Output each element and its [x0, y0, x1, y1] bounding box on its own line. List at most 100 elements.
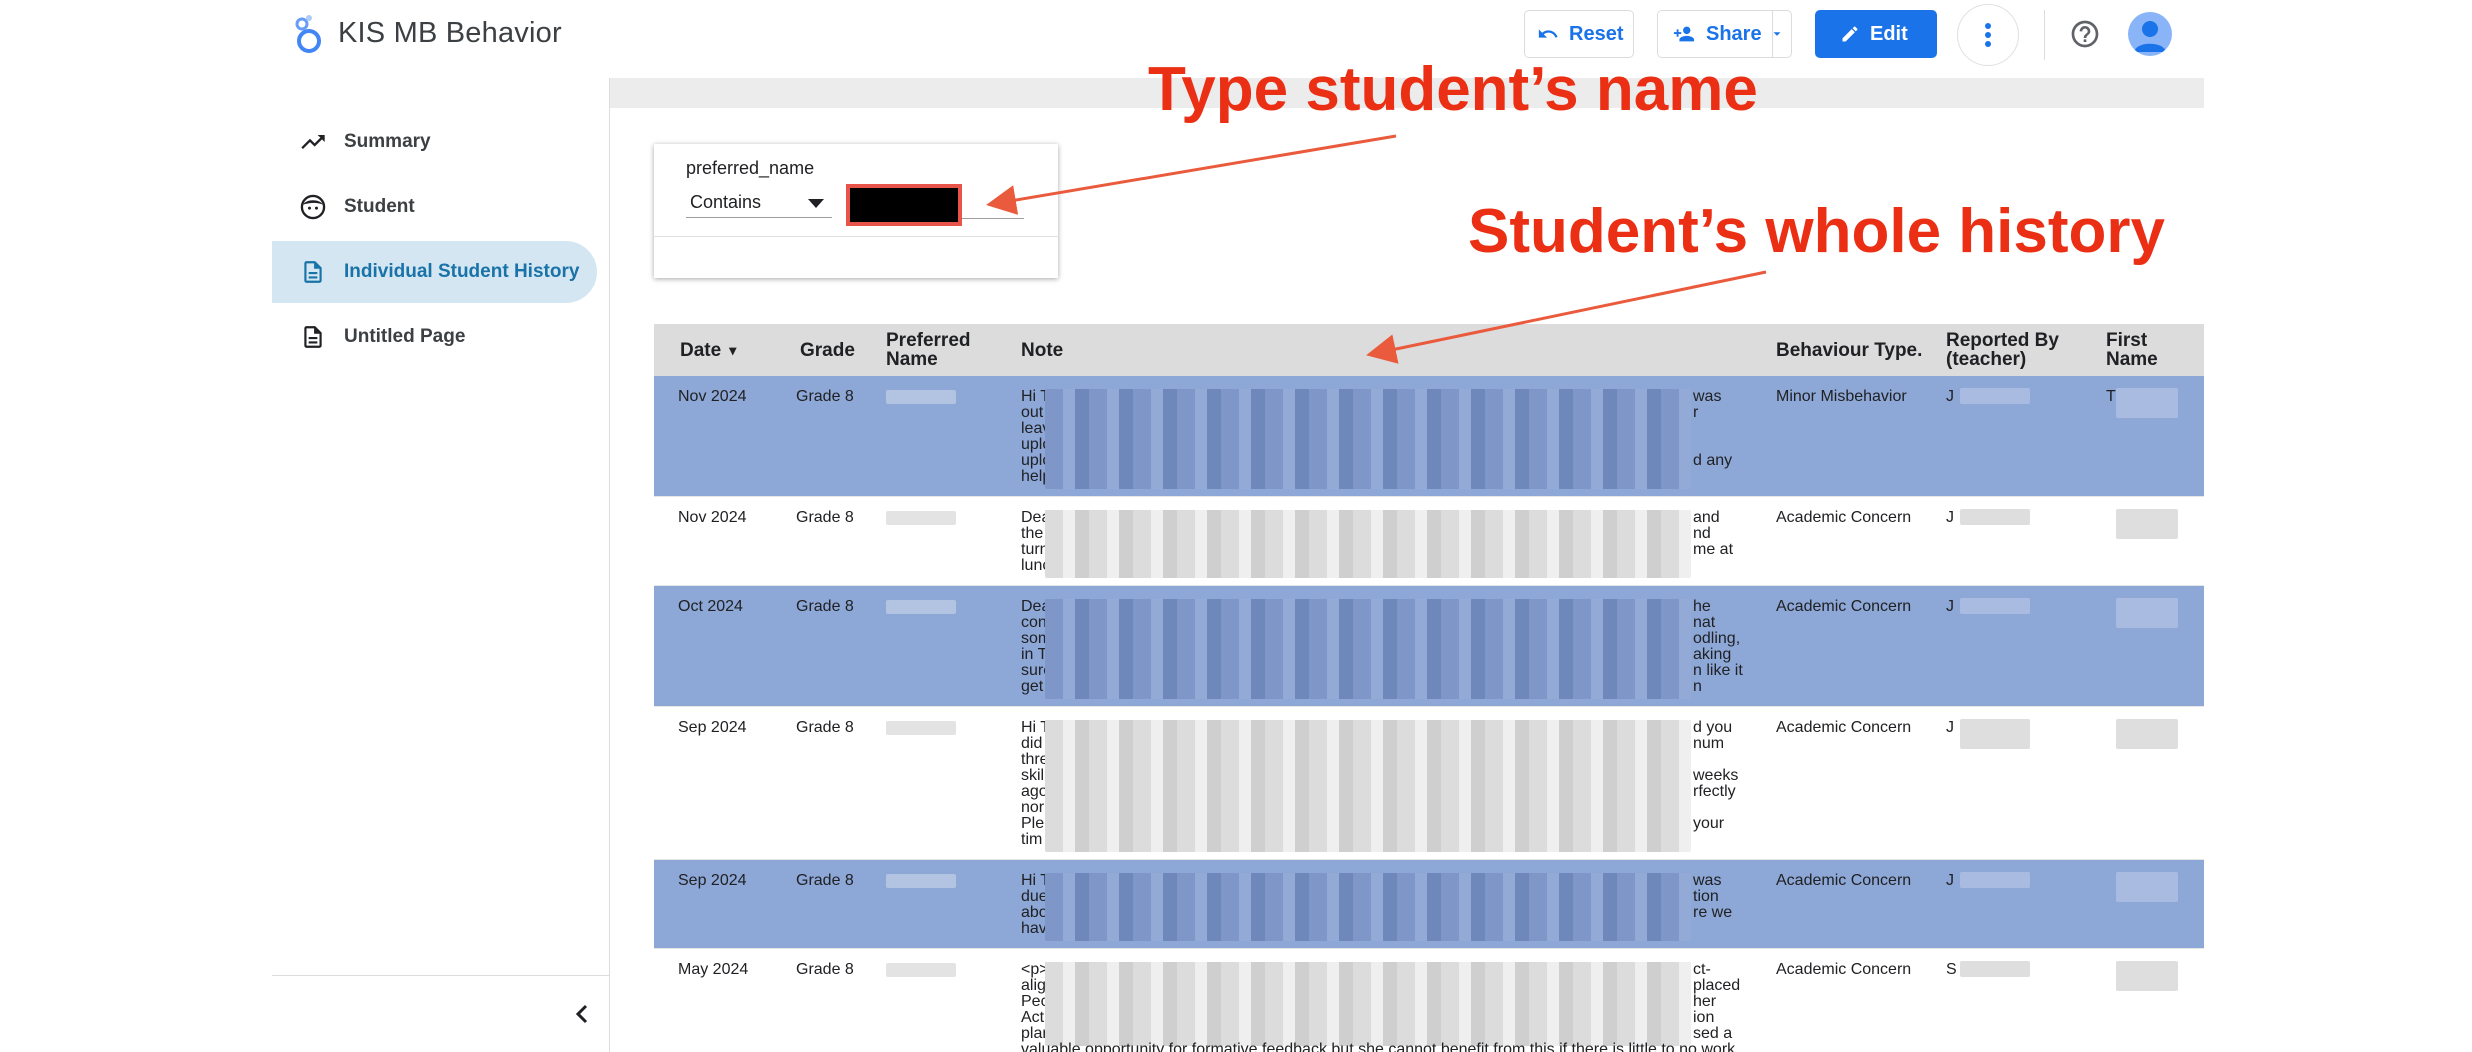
report-title[interactable]: KIS MB Behavior [338, 17, 562, 50]
cell-date: May 2024 [678, 961, 749, 978]
redacted-first-name [2116, 719, 2178, 749]
cell-note: <p> alig Pec Act plar ct-placed her ion sed a val… [1021, 962, 1751, 1052]
cell-note: Dea con som in Tsure get he nat odling, aking n l… [1021, 599, 1751, 705]
note-fragment: tim [1021, 831, 1043, 848]
note-fragment: due [1021, 888, 1048, 905]
note-fragment: did [1021, 735, 1043, 752]
cell-behaviour-type: Academic Concern [1776, 719, 1912, 736]
nav-item-summary[interactable]: Summary [272, 111, 597, 173]
note-fragment: n [1693, 678, 1702, 695]
nav-item-label: Individual Student History [344, 261, 580, 282]
collapse-sidebar-button[interactable] [562, 994, 602, 1034]
note-fragment: ion [1693, 1009, 1715, 1026]
column-header-preferred-name[interactable]: Preferred Name [886, 324, 986, 376]
table-row[interactable]: Sep 2024 Grade 8 Academic Concern J Hi Tdid t… [654, 707, 2204, 860]
note-fragment: and [1693, 510, 1720, 526]
account-avatar[interactable] [2128, 12, 2172, 56]
cell-grade: Grade 8 [796, 961, 854, 978]
table-row[interactable]: Oct 2024 Grade 8 Academic Concern J Dea con so… [654, 586, 2204, 707]
table-row[interactable]: Sep 2024 Grade 8 Academic Concern J Hi Tdue a… [654, 860, 2204, 949]
edit-button[interactable]: Edit [1815, 10, 1937, 58]
reset-button[interactable]: Reset [1524, 10, 1634, 58]
note-fragment: aking [1693, 646, 1732, 663]
table-row[interactable]: Nov 2024 Grade 8 Minor Misbehavior J T Hi Tou… [654, 376, 2204, 497]
share-button[interactable]: Share [1657, 10, 1773, 58]
nav-item-label: Untitled Page [344, 326, 466, 347]
cell-behaviour-type: Minor Misbehavior [1776, 388, 1907, 405]
note-fragment: r [1693, 404, 1699, 421]
column-header-first-name[interactable]: First Name [2106, 324, 2204, 376]
note-fragment: Ple [1021, 815, 1045, 832]
redacted-preferred-name [886, 963, 956, 977]
filter-field-label: preferred_name [686, 158, 815, 178]
document-outline-icon [298, 322, 328, 352]
cell-date: Nov 2024 [678, 388, 747, 405]
column-header-date[interactable]: Date ▾ [680, 324, 736, 376]
cell-reported-by: J [1946, 598, 1954, 615]
note-fragment: was [1693, 389, 1722, 405]
filter-operator-select[interactable]: Contains [686, 188, 832, 218]
cell-reported-by: J [1946, 719, 1954, 736]
note-fragment: the [1021, 525, 1044, 542]
reset-label: Reset [1569, 22, 1624, 45]
annotation-student-whole-history: Student’s whole history [1468, 197, 2165, 266]
column-header-grade[interactable]: Grade [800, 324, 855, 376]
student-history-table: Date ▾ Grade Preferred Name Note Behavio… [654, 324, 2204, 1052]
note-fragment: placed [1693, 977, 1741, 994]
table-row[interactable]: May 2024 Grade 8 Academic Concern S <p> alig P… [654, 949, 2204, 1052]
share-dropdown-button[interactable] [1772, 10, 1792, 58]
note-fragment: ago [1021, 783, 1048, 800]
note-fragment: me at [1693, 541, 1734, 558]
sort-desc-icon: ▾ [729, 341, 737, 358]
note-fragment: n like it [1693, 662, 1743, 679]
redacted-reported-by [1960, 719, 2030, 749]
redacted-first-name [2116, 872, 2178, 902]
column-header-behaviour-type[interactable]: Behaviour Type. [1776, 324, 1922, 376]
trending-up-icon [298, 127, 328, 157]
cell-date: Sep 2024 [678, 872, 747, 889]
note-fragment: alig [1021, 977, 1046, 994]
redacted-reported-by [1960, 872, 2030, 888]
note-fragment: weeks [1693, 767, 1739, 784]
redacted-first-name [2116, 388, 2178, 418]
filter-operator-value: Contains [690, 192, 762, 212]
redacted-preferred-name [886, 511, 956, 525]
cell-note: Hi Tdue abo hav was tion re we [1021, 873, 1751, 947]
sidebar-divider [272, 975, 609, 976]
table-body: Nov 2024 Grade 8 Minor Misbehavior J T Hi Tou… [654, 376, 2204, 1052]
cell-reported-by: J [1946, 509, 1954, 526]
note-fragment: Act [1021, 1009, 1045, 1026]
redacted-reported-by [1960, 509, 2030, 525]
cell-date: Oct 2024 [678, 598, 743, 615]
nav-item-student[interactable]: Student [272, 176, 597, 238]
note-fragment: plar [1021, 1025, 1048, 1042]
redacted-first-name [2116, 598, 2178, 628]
cell-first-name: T [2106, 388, 2116, 405]
more-options-button[interactable] [1957, 4, 2019, 66]
column-header-note[interactable]: Note [1021, 324, 1063, 376]
filter-value-input[interactable] [846, 184, 962, 226]
redacted-note-text [1045, 720, 1691, 852]
person-add-icon [1673, 26, 1695, 42]
cell-reported-by: J [1946, 872, 1954, 889]
page-navigation-sidebar: Summary Student Individual Student Histo… [272, 78, 610, 1052]
note-fragment: valuable opportunity for formative feedb… [1021, 1041, 1736, 1052]
table-row[interactable]: Nov 2024 Grade 8 Academic Concern J Dea the tu… [654, 497, 2204, 586]
note-fragment: odling, [1693, 630, 1741, 647]
redacted-reported-by [1960, 598, 2030, 614]
note-fragment: he [1693, 599, 1711, 615]
cell-behaviour-type: Academic Concern [1776, 872, 1912, 889]
cell-behaviour-type: Academic Concern [1776, 509, 1912, 526]
nav-item-untitled-page[interactable]: Untitled Page [272, 306, 597, 368]
looker-studio-logo-icon[interactable] [290, 14, 324, 54]
cell-behaviour-type: Academic Concern [1776, 961, 1912, 978]
note-fragment: was [1693, 873, 1722, 889]
note-fragment: re we [1693, 904, 1733, 921]
column-header-label: Date [680, 339, 722, 361]
help-icon[interactable] [2069, 18, 2101, 55]
note-fragment: rfectly [1693, 783, 1736, 800]
nav-item-label: Summary [344, 131, 431, 152]
nav-item-individual-student-history[interactable]: Individual Student History [272, 241, 597, 303]
nav-item-label: Student [344, 196, 415, 217]
column-header-reported-by[interactable]: Reported By (teacher) [1946, 324, 2066, 376]
